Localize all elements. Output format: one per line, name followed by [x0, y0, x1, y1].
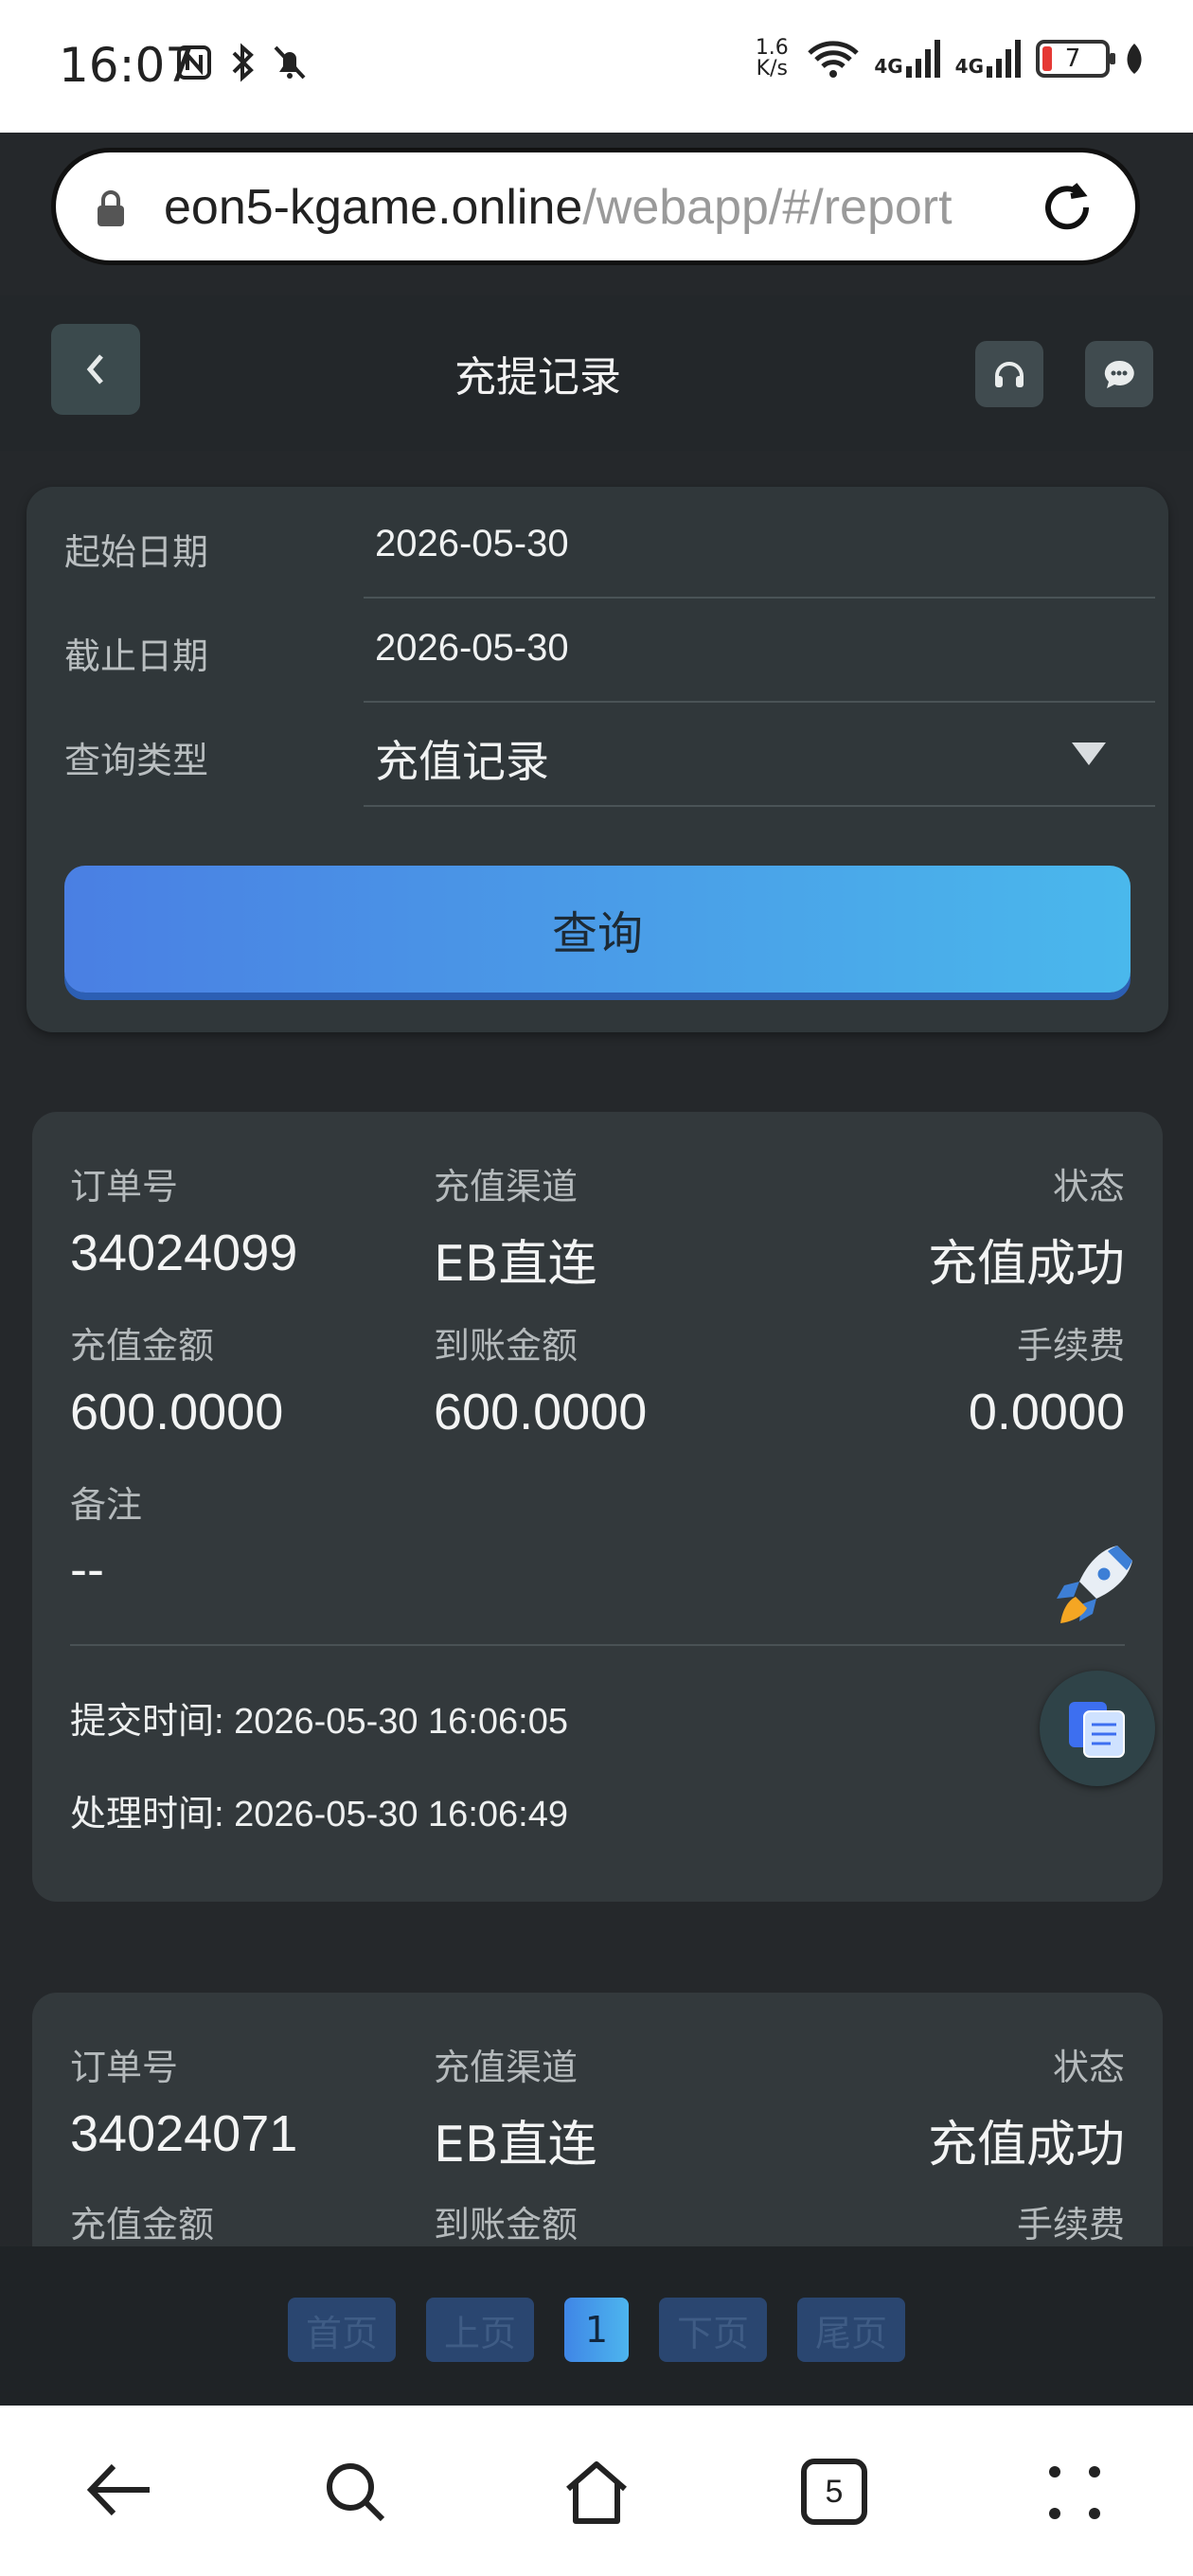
- lock-icon: [98, 190, 124, 226]
- fee-label: 手续费: [1016, 2204, 1125, 2245]
- start-date-label: 起始日期: [64, 531, 209, 573]
- chat-bubble-icon: [1104, 360, 1134, 388]
- speed-value: 1.6: [755, 36, 789, 60]
- end-date-input[interactable]: 2026-05-30: [364, 599, 1155, 703]
- nfc-icon: [177, 45, 211, 80]
- headset-icon: [995, 362, 1024, 387]
- customer-service-button[interactable]: [975, 341, 1043, 407]
- status-label: 状态: [1052, 2047, 1125, 2088]
- status-icons-right: 1.6 K/s 4G 4G 7: [751, 38, 1146, 80]
- fee-label: 手续费: [1016, 1325, 1125, 1367]
- fee-value: 0.0000: [968, 1384, 1125, 1440]
- start-date-value: 2026-05-30: [375, 523, 569, 564]
- record-card: 订单号 充值渠道 状态 34024099 EB直连 充值成功 充值金额 到账金额…: [32, 1112, 1163, 1902]
- start-date-row: 起始日期 2026-05-30: [64, 494, 1155, 599]
- note-value: --: [70, 1541, 104, 1598]
- tabs-button[interactable]: 5: [801, 2459, 867, 2525]
- query-button[interactable]: 查询: [64, 866, 1131, 993]
- network-speed: 1.6 K/s: [751, 38, 792, 80]
- more-dots-icon[interactable]: [1042, 2459, 1108, 2527]
- channel-label: 充值渠道: [434, 1166, 579, 1208]
- order-number: 34024099: [70, 1225, 298, 1281]
- first-page-button[interactable]: 首页: [288, 2298, 396, 2362]
- query-type-label: 查询类型: [64, 740, 209, 781]
- cell-signal-2: 4G: [955, 40, 1023, 78]
- end-date-label: 截止日期: [64, 635, 209, 677]
- speed-unit: K/s: [756, 57, 788, 80]
- process-time: 处理时间: 2026-05-30 16:06:49: [70, 1795, 568, 1834]
- network-type-1: 4G: [874, 55, 903, 78]
- query-type-value: 充值记录: [375, 736, 549, 787]
- home-icon[interactable]: [561, 2459, 632, 2527]
- submit-time: 提交时间: 2026-05-30 16:06:05: [70, 1702, 568, 1742]
- prev-page-button[interactable]: 上页: [426, 2298, 534, 2362]
- signal-bars-icon: [987, 40, 1021, 78]
- address-bar[interactable]: eon5-kgame.online/webapp/#/report: [51, 148, 1140, 265]
- channel-value: EB直连: [434, 2117, 597, 2174]
- copy-button[interactable]: [1040, 1671, 1155, 1786]
- order-label: 订单号: [70, 2047, 179, 2088]
- received-label: 到账金额: [434, 2204, 579, 2245]
- signal-bars-icon: [905, 40, 940, 78]
- order-label: 订单号: [70, 1166, 179, 1208]
- back-arrow-icon[interactable]: [83, 2459, 155, 2521]
- url-host: eon5-kgame.online: [164, 180, 583, 235]
- current-page-button[interactable]: 1: [564, 2298, 629, 2362]
- mute-bell-icon: [274, 45, 306, 80]
- amount-label: 充值金额: [70, 1325, 215, 1367]
- wifi-icon: [808, 41, 860, 78]
- divider: [70, 1644, 1125, 1646]
- chat-button[interactable]: [1085, 341, 1153, 407]
- status-label: 状态: [1052, 1166, 1125, 1208]
- end-date-value: 2026-05-30: [375, 627, 569, 669]
- note-label: 备注: [70, 1484, 143, 1526]
- document-copy-icon: [1069, 1702, 1125, 1758]
- battery-icon: 7: [1036, 40, 1115, 78]
- page-title: 充提记录: [454, 353, 621, 402]
- status-icons-left: [175, 42, 310, 83]
- battery-level: 7: [1064, 45, 1081, 73]
- order-number: 34024071: [70, 2105, 298, 2162]
- url-path: /webapp/#/report: [582, 180, 953, 235]
- received-value: 600.0000: [434, 1384, 648, 1440]
- record-card: 订单号 充值渠道 状态 34024071 EB直连 充值成功 充值金额 到账金额…: [32, 1993, 1163, 2246]
- query-filter-card: 起始日期 2026-05-30 截止日期 2026-05-30 查询类型 充值记…: [27, 487, 1168, 1032]
- channel-value: EB直连: [434, 1236, 597, 1293]
- url-text[interactable]: eon5-kgame.online/webapp/#/report: [164, 179, 953, 236]
- query-type-select[interactable]: 充值记录: [364, 703, 1155, 807]
- cell-signal-1: 4G: [874, 40, 941, 78]
- status-bar: 16:07 1.6 K/s 4G 4G 7: [0, 0, 1193, 133]
- network-type-2: 4G: [954, 55, 984, 78]
- amount-value: 600.0000: [70, 1384, 284, 1440]
- status-value: 充值成功: [927, 2117, 1125, 2174]
- leaf-icon: [1127, 44, 1142, 74]
- bluetooth-icon: [232, 43, 254, 82]
- pagination-bar: 首页 上页 1 下页 尾页: [0, 2246, 1193, 2406]
- rocket-icon[interactable]: [1051, 1540, 1138, 1637]
- dropdown-caret-icon: [1072, 742, 1106, 765]
- query-type-row: 查询类型 充值记录: [64, 703, 1155, 807]
- start-date-input[interactable]: 2026-05-30: [364, 494, 1155, 599]
- received-label: 到账金额: [434, 1325, 579, 1367]
- amount-label: 充值金额: [70, 2204, 215, 2245]
- app-header: 充提记录: [0, 295, 1193, 451]
- reload-icon[interactable]: [1037, 177, 1097, 238]
- browser-nav-bar: 5: [0, 2406, 1193, 2576]
- last-page-button[interactable]: 尾页: [797, 2298, 905, 2362]
- search-icon[interactable]: [322, 2459, 390, 2527]
- end-date-row: 截止日期 2026-05-30: [64, 599, 1155, 703]
- channel-label: 充值渠道: [434, 2047, 579, 2088]
- status-value: 充值成功: [927, 1236, 1125, 1293]
- next-page-button[interactable]: 下页: [659, 2298, 767, 2362]
